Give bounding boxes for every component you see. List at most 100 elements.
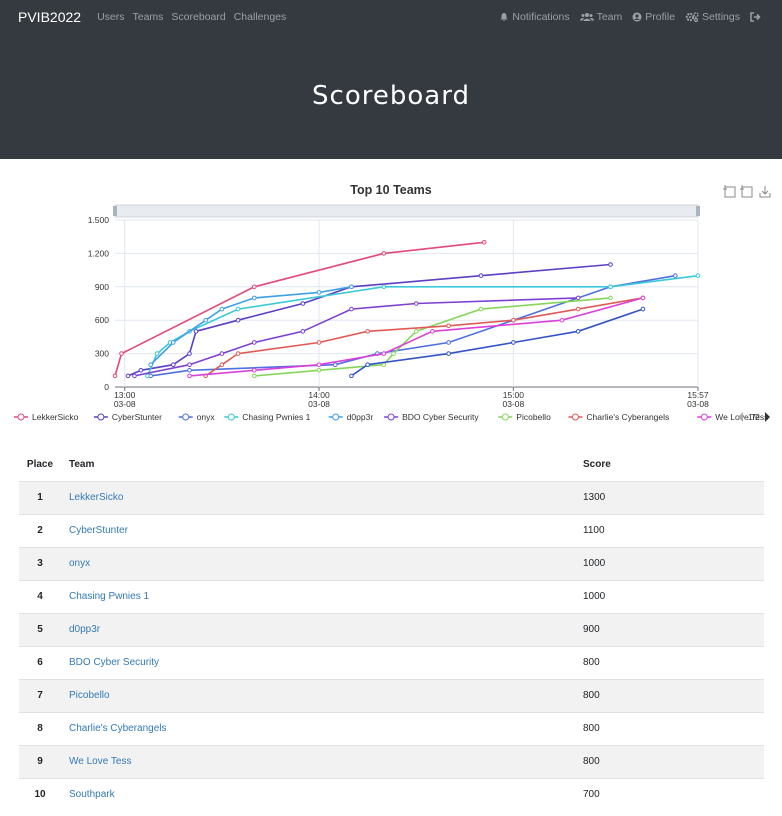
jumbotron: Scoreboard [0,33,782,159]
table-row: 3 onyx 1000 [19,546,764,580]
row-team-link[interactable]: Charlie's Cyberangels [61,711,583,745]
row-team-link[interactable]: Southpark [61,777,583,811]
legend-swatch-marker [700,413,708,421]
row-place: 7 [19,678,61,712]
series-line [150,286,352,366]
row-score: 1000 [583,579,764,613]
download-icon[interactable] [759,186,771,198]
series-point [430,329,435,334]
navbar: PVIB2022 Users Teams Scoreboard Challeng… [0,0,782,33]
series-point [171,362,176,368]
series-point [138,368,144,373]
series-point [381,251,387,256]
series-point [478,273,484,278]
series-point [251,340,257,345]
row-team-link[interactable]: d0pp3r [61,612,583,646]
nav-team[interactable]: Team [579,11,622,23]
y-tick-label: 1.200 [88,248,110,258]
row-team-link[interactable]: CyberStunter [61,513,583,547]
header-place: Place [26,458,54,470]
series-point [446,340,451,345]
row-score: 800 [583,645,764,679]
row-score: 1100 [583,513,764,547]
y-tick-label: 600 [95,315,109,325]
row-team-link[interactable]: Chasing Pwnies 1 [61,579,583,613]
series-point [187,368,192,373]
series-point [300,301,306,306]
series-line [254,297,611,377]
brand-link[interactable]: PVIB2022 [18,9,81,25]
legend-swatch-marker [332,413,340,421]
bell-icon [500,12,508,21]
row-team-link[interactable]: BDO Cyber Security [61,645,583,679]
series-point [187,351,192,356]
series-point [673,273,678,278]
row-score: 900 [583,612,764,646]
nav-challenges[interactable]: Challenges [234,11,287,23]
series-point [154,351,160,356]
series-point [381,362,387,368]
series-point [203,317,208,323]
series-point [575,329,581,334]
series-point [235,351,241,356]
row-place: 5 [19,612,61,646]
zoom-reset-icon[interactable] [740,185,753,198]
row-team-link[interactable]: onyx [61,546,583,580]
series-point [219,306,225,312]
series-line [350,308,644,377]
page-title: Scoreboard [312,81,470,111]
row-team-link[interactable]: We Love Tess [61,744,583,778]
zoom-slider-handle-right [696,206,700,216]
y-tick-label: 1.500 [88,215,110,225]
series-point [187,373,192,379]
table-row: 9 We Love Tess 800 [19,744,764,778]
series-point [365,362,370,368]
series-point [235,317,241,323]
series-point [559,317,565,323]
scoreboard-table: Place Team Score 1 LekkerSicko 1300 2 Cyber… [19,448,764,811]
row-team-link[interactable]: LekkerSicko [61,480,583,514]
legend-swatch-marker [571,413,579,421]
header-score: Score [583,458,611,470]
table-row: 2 CyberStunter 1100 [19,513,764,547]
nav-settings[interactable]: Settings [685,11,740,23]
legend-swatch-marker [501,413,509,421]
nav-profile[interactable]: Profile [632,11,675,23]
legend-swatch-marker [227,413,235,421]
series-point [187,362,192,368]
nav-notifications[interactable]: Notifications [499,11,570,23]
series-point [219,362,225,368]
series-point [365,329,370,334]
table-row: 6 BDO Cyber Security 800 [19,645,764,679]
row-team-link[interactable]: Picobello [61,678,583,712]
legend-label: d0pp3r [347,412,374,422]
series-point [413,301,419,306]
table-row: 8 Charlie's Cyberangels 800 [19,711,764,745]
row-place: 4 [19,579,61,613]
series-point [300,329,306,334]
series-point [251,373,257,379]
x-tick-date-label: 03-08 [503,399,525,409]
series-point [695,273,701,278]
nav-users[interactable]: Users [97,11,124,23]
table-row: 4 Chasing Pwnies 1 1000 [19,579,764,613]
row-score: 800 [583,711,764,745]
series-point [316,362,322,368]
series-point [171,340,176,345]
nav-profile-label: Profile [645,10,676,23]
nav-scoreboard[interactable]: Scoreboard [171,11,225,23]
series-point [575,306,581,312]
row-place: 10 [19,777,61,811]
y-tick-label: 900 [95,282,109,292]
legend-label: CyberStunter [112,412,162,422]
series-point [125,373,131,379]
header-team: Team [69,458,95,470]
zoom-icon[interactable] [723,185,736,198]
series-point [145,373,150,379]
nav-logout[interactable] [750,11,764,22]
legend-label: LekkerSicko [32,412,79,422]
row-score: 1300 [583,480,764,514]
nav-teams[interactable]: Teams [132,11,163,23]
series-point [608,295,613,301]
legend-swatch-marker [97,413,105,421]
